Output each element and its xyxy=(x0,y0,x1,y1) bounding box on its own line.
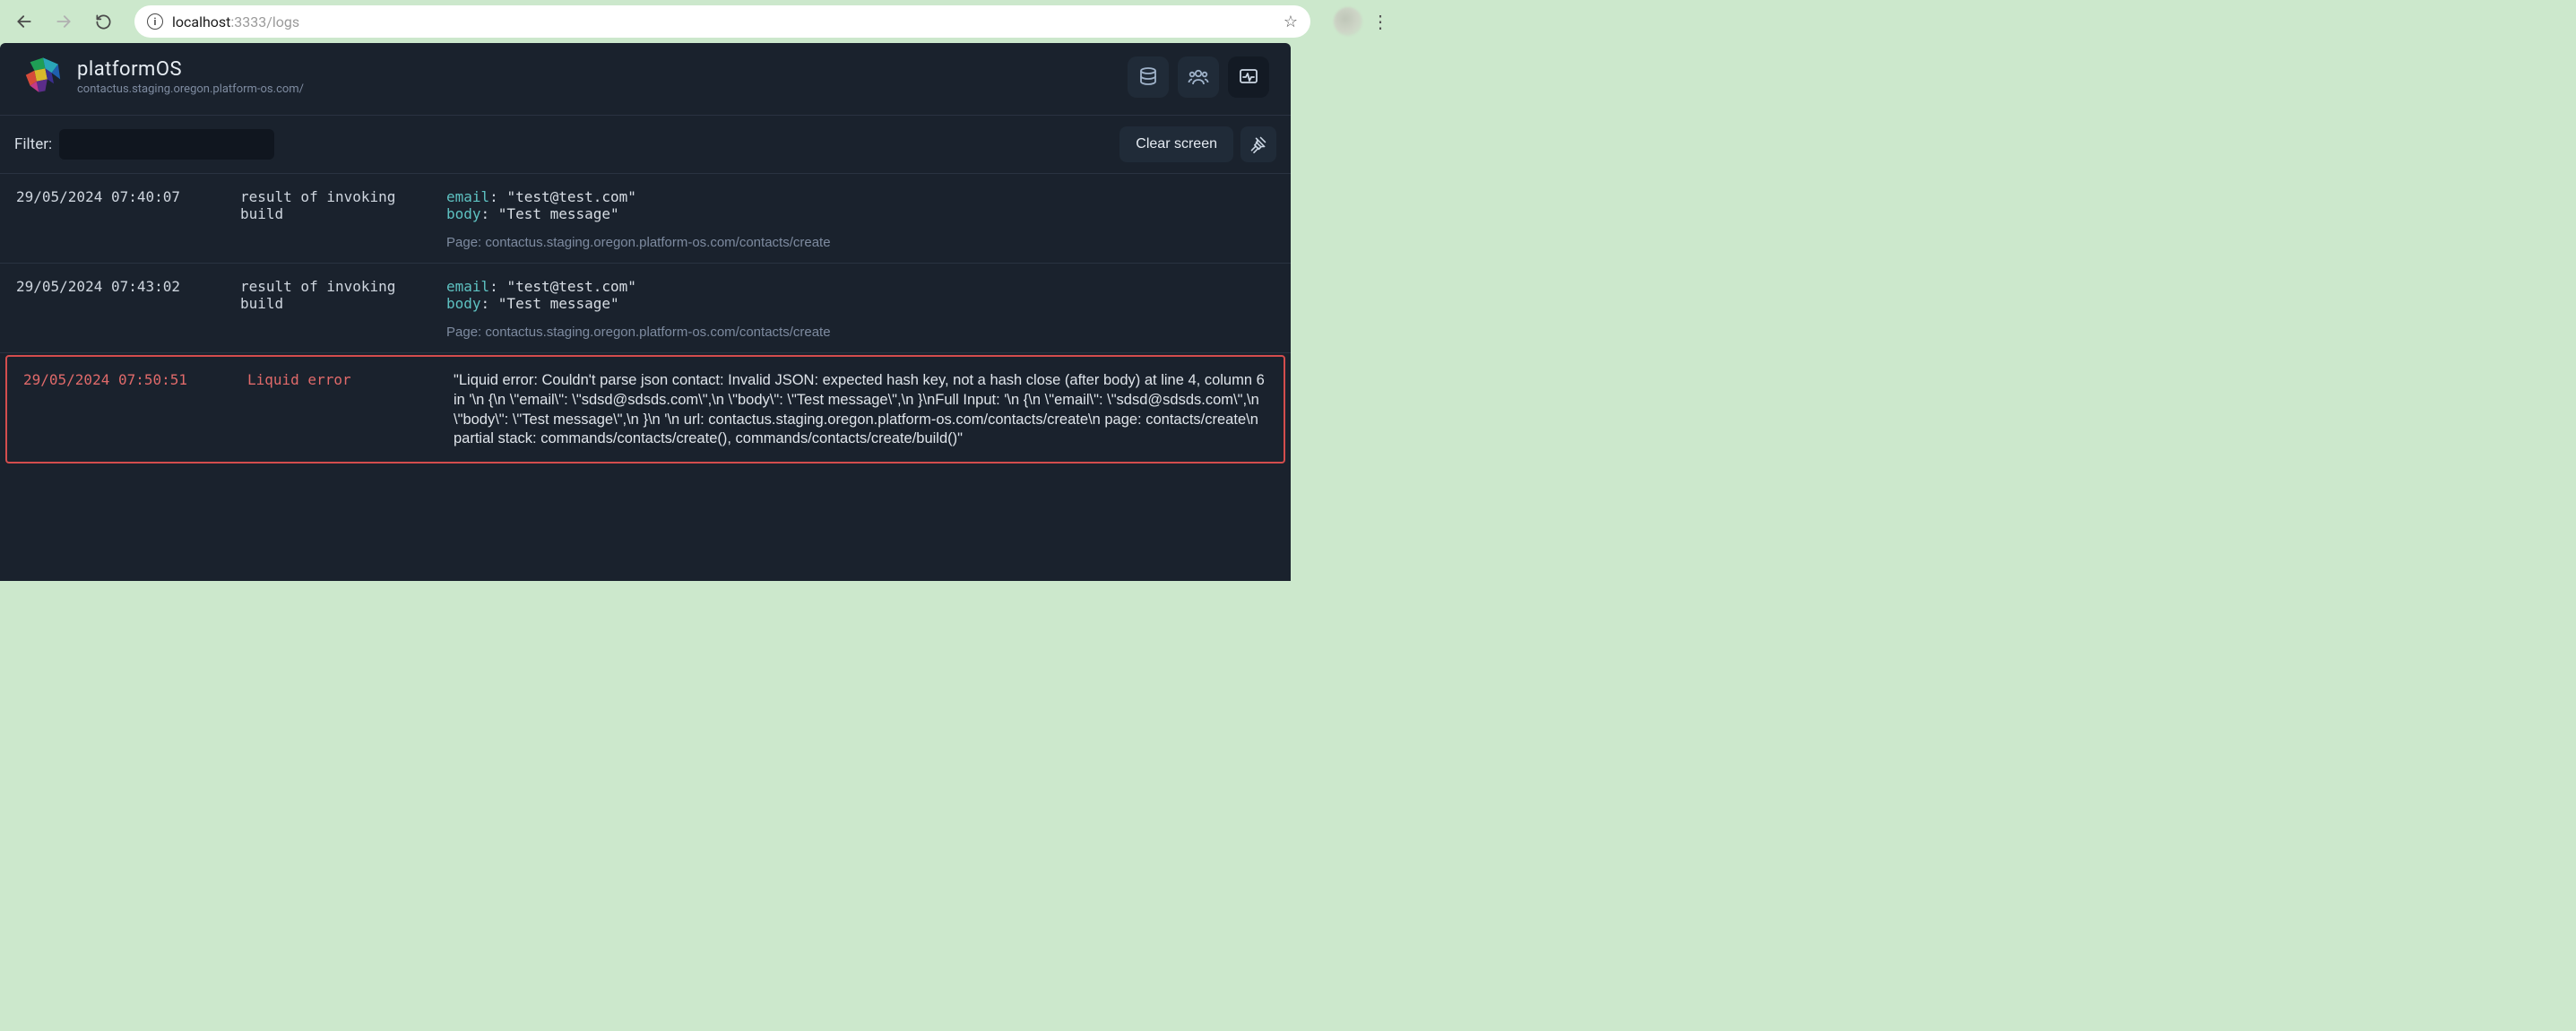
browser-nav-bar: i localhost:3333/logs ☆ ⋮ xyxy=(0,0,1405,43)
log-label: Liquid error xyxy=(247,371,454,449)
log-page: Page: contactus.staging.oregon.platform-… xyxy=(446,325,1275,340)
log-row: 29/05/2024 07:40:07 result of invoking b… xyxy=(0,174,1291,264)
filter-input[interactable] xyxy=(59,129,274,160)
profile-avatar[interactable] xyxy=(1334,7,1362,36)
back-button[interactable] xyxy=(7,4,41,39)
app-header: platformOS contactus.staging.oregon.plat… xyxy=(0,43,1291,116)
log-page: Page: contactus.staging.oregon.platform-… xyxy=(446,235,1275,250)
url-bar[interactable]: i localhost:3333/logs ☆ xyxy=(134,5,1310,38)
log-label: result of invoking build xyxy=(240,278,446,340)
log-label: result of invoking build xyxy=(240,188,446,250)
browser-menu-icon[interactable]: ⋮ xyxy=(1371,11,1389,32)
filter-bar: Filter: Clear screen xyxy=(0,116,1291,174)
bookmark-star-icon[interactable]: ☆ xyxy=(1284,13,1298,31)
activity-icon[interactable] xyxy=(1228,56,1269,98)
log-error-body: "Liquid error: Couldn't parse json conta… xyxy=(454,371,1267,449)
instance-host: contactus.staging.oregon.platform-os.com… xyxy=(77,82,304,96)
users-icon[interactable] xyxy=(1178,56,1219,98)
database-icon[interactable] xyxy=(1128,56,1169,98)
log-payload: email: "test@test.com" body: "Test messa… xyxy=(446,278,1275,340)
forward-button[interactable] xyxy=(47,4,81,39)
log-row: 29/05/2024 07:43:02 result of invoking b… xyxy=(0,264,1291,353)
log-row-error: 29/05/2024 07:50:51 Liquid error "Liquid… xyxy=(5,355,1285,464)
log-timestamp: 29/05/2024 07:50:51 xyxy=(23,371,247,449)
app-root: platformOS contactus.staging.oregon.plat… xyxy=(0,43,1291,581)
brand-name: platformOS xyxy=(77,58,304,81)
filter-label: Filter: xyxy=(14,135,52,153)
reload-button[interactable] xyxy=(86,4,120,39)
site-info-icon[interactable]: i xyxy=(147,13,163,30)
log-payload: email: "test@test.com" body: "Test messa… xyxy=(446,188,1275,250)
platformos-logo xyxy=(22,56,65,99)
clear-screen-button[interactable]: Clear screen xyxy=(1119,126,1233,162)
url-text: localhost:3333/logs xyxy=(172,13,299,30)
log-timestamp: 29/05/2024 07:40:07 xyxy=(16,188,240,250)
pin-button[interactable] xyxy=(1240,126,1276,162)
log-timestamp: 29/05/2024 07:43:02 xyxy=(16,278,240,340)
